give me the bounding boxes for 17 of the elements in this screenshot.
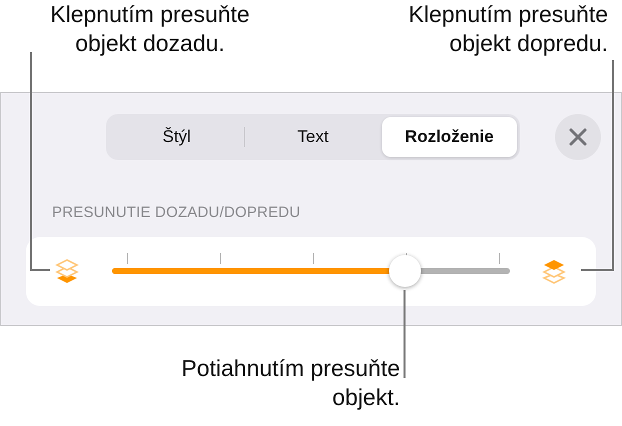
tick-mark bbox=[313, 253, 314, 264]
segment-tab[interactable]: Rozloženie bbox=[382, 117, 517, 157]
callout-text: Potiahnutím presuňte objekt. bbox=[180, 354, 400, 412]
slider-track[interactable] bbox=[112, 268, 510, 274]
close-icon bbox=[569, 128, 587, 146]
tick-mark bbox=[220, 253, 221, 264]
close-button[interactable] bbox=[555, 114, 601, 160]
bring-forward-icon[interactable] bbox=[541, 258, 567, 284]
tick-mark bbox=[499, 253, 500, 264]
slider-thumb[interactable] bbox=[388, 255, 421, 287]
segment-tab[interactable]: Text bbox=[245, 117, 381, 157]
segment-tab[interactable]: Štýl bbox=[109, 117, 244, 157]
callout-text: Klepnutím presuňte objekt dozadu. bbox=[49, 0, 251, 58]
section-label: PRESUNUTIE DOZADU/DOPREDU bbox=[52, 203, 302, 223]
callout-text: Klepnutím presuňte objekt dopredu. bbox=[408, 0, 608, 58]
send-backward-icon[interactable] bbox=[54, 258, 80, 284]
tick-mark bbox=[127, 253, 128, 264]
